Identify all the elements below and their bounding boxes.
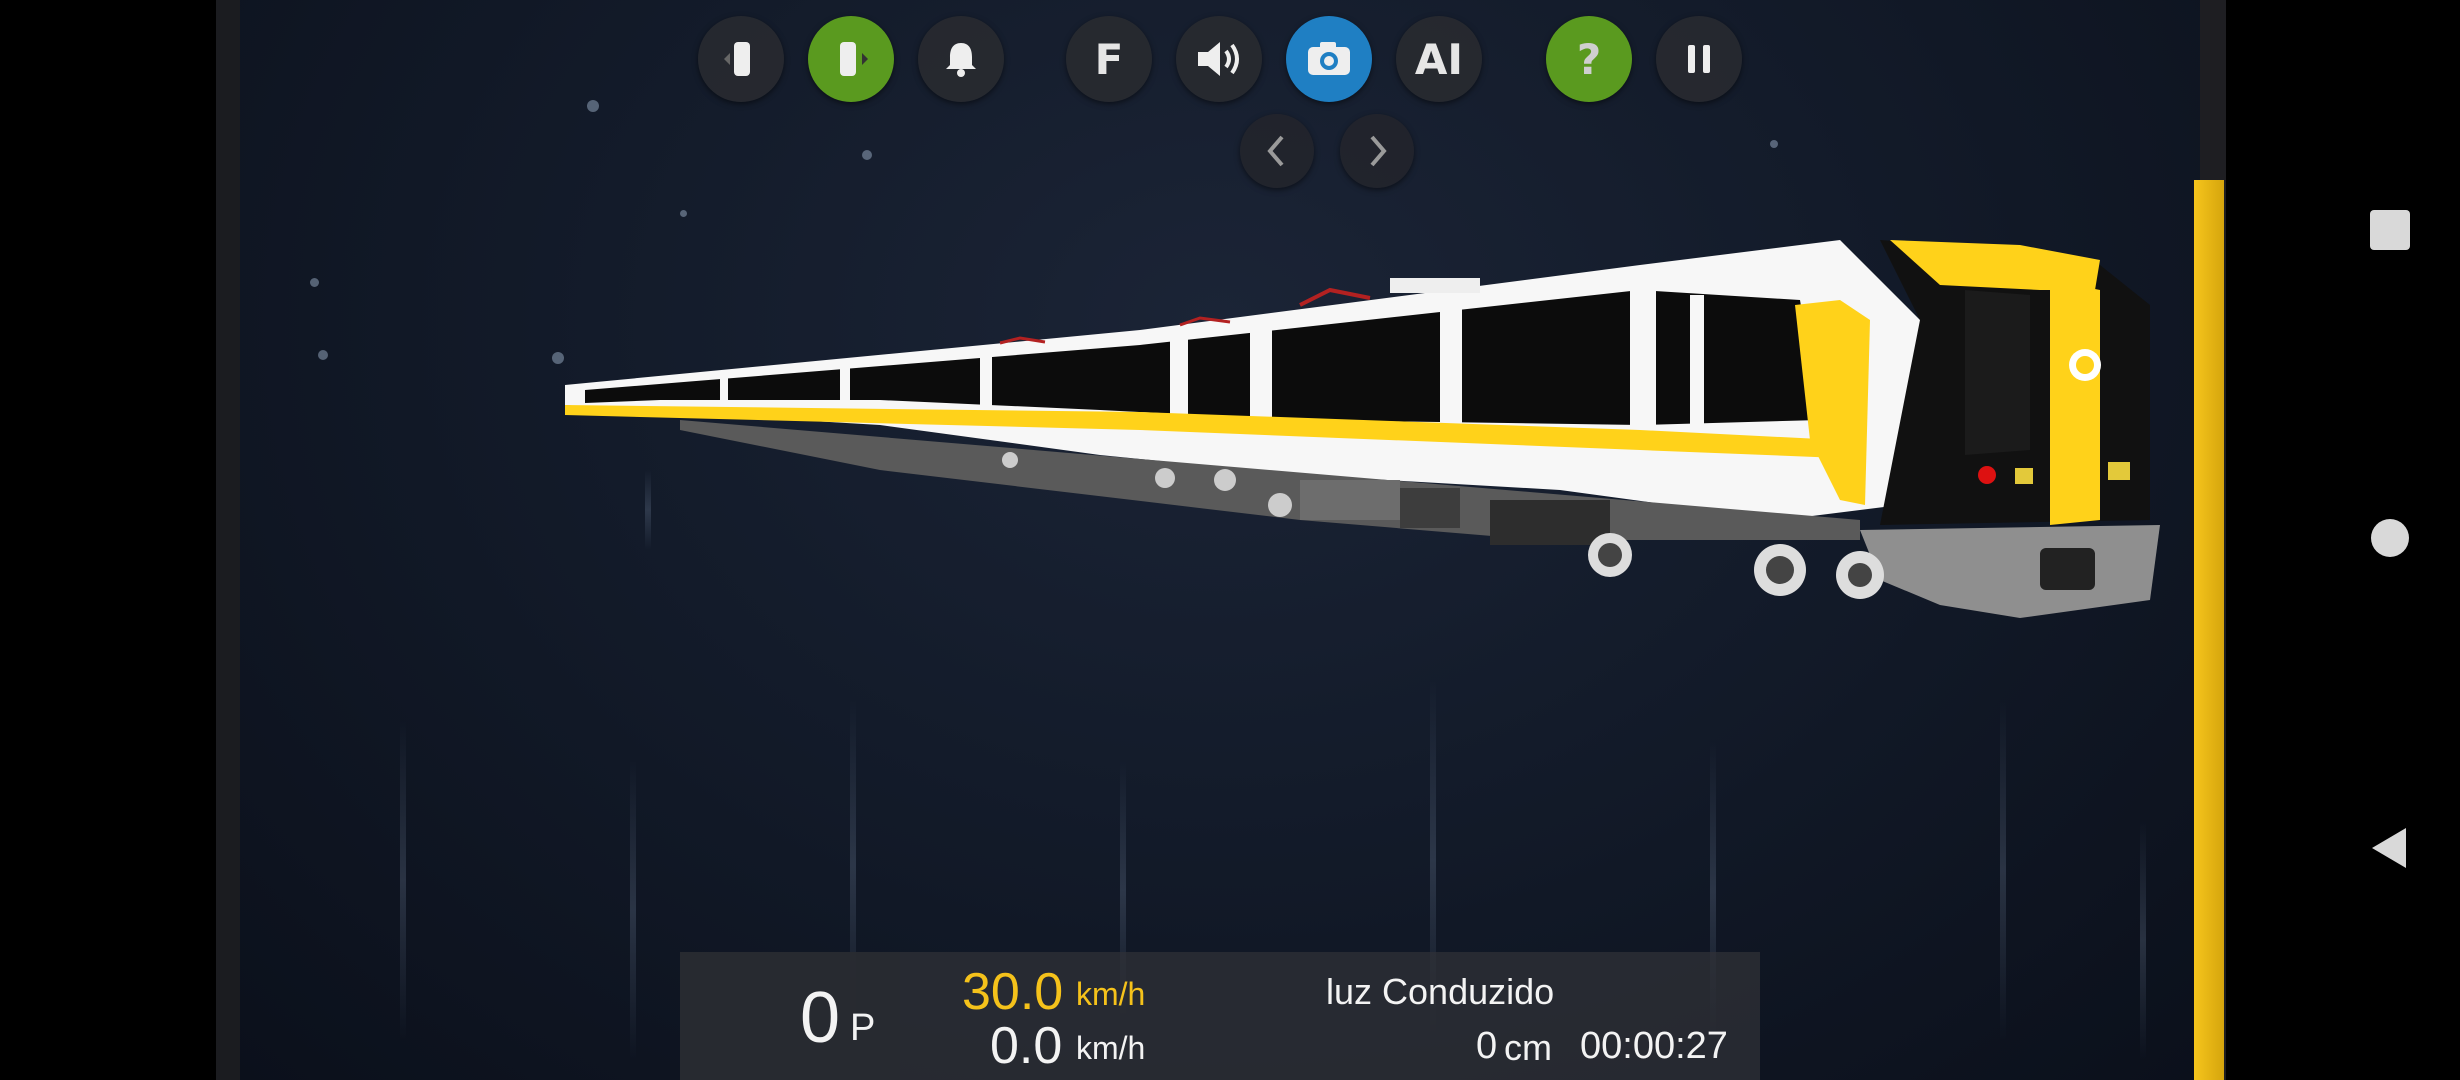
back-button[interactable]	[2360, 818, 2420, 878]
pause-button[interactable]	[1656, 16, 1742, 102]
bell-button[interactable]	[918, 16, 1004, 102]
sound-button[interactable]	[1176, 16, 1262, 102]
game-viewport[interactable]: F AI ?	[240, 0, 2200, 1080]
question-icon: ?	[1576, 34, 1602, 84]
timer: 00:00:27	[1580, 1025, 1728, 1067]
camera-next-button[interactable]	[1340, 114, 1414, 188]
bell-icon	[946, 43, 976, 77]
circle-icon	[2371, 519, 2409, 557]
throttle-bar[interactable]	[2194, 180, 2224, 1080]
ai-button[interactable]: AI	[1396, 16, 1482, 102]
left-frame	[216, 0, 240, 1080]
triangle-back-icon	[2372, 828, 2406, 868]
distance-value: 0	[1476, 1025, 1498, 1067]
chevron-right-icon	[1370, 135, 1387, 167]
door-right-button[interactable]	[808, 16, 894, 102]
ai-icon: AI	[1414, 34, 1464, 84]
points-value: 0	[800, 978, 841, 1058]
door-right-icon	[840, 42, 868, 76]
speed-limit-value: 30.0	[962, 963, 1064, 1021]
chevron-left-icon	[1267, 135, 1284, 167]
function-button[interactable]: F	[1066, 16, 1152, 102]
status-text: luz Conduzido	[1326, 971, 1555, 1012]
speed-value: 0.0	[990, 1017, 1063, 1075]
square-icon	[2370, 210, 2410, 250]
camera-button[interactable]	[1286, 16, 1372, 102]
door-left-button[interactable]	[698, 16, 784, 102]
home-button[interactable]	[2360, 508, 2420, 568]
help-button[interactable]: ?	[1546, 16, 1632, 102]
speaker-icon	[1198, 42, 1239, 76]
pause-icon	[1688, 45, 1710, 73]
distance-unit: cm	[1504, 1027, 1552, 1068]
train-model	[565, 240, 2160, 618]
speed-limit-unit: km/h	[1076, 976, 1146, 1012]
f-icon: F	[1094, 34, 1124, 84]
recents-button[interactable]	[2360, 200, 2420, 260]
camera-prev-button[interactable]	[1240, 114, 1314, 188]
speed-unit: km/h	[1076, 1030, 1146, 1066]
door-left-icon	[724, 42, 750, 76]
points-unit: P	[850, 1007, 876, 1049]
camera-icon	[1308, 42, 1350, 75]
